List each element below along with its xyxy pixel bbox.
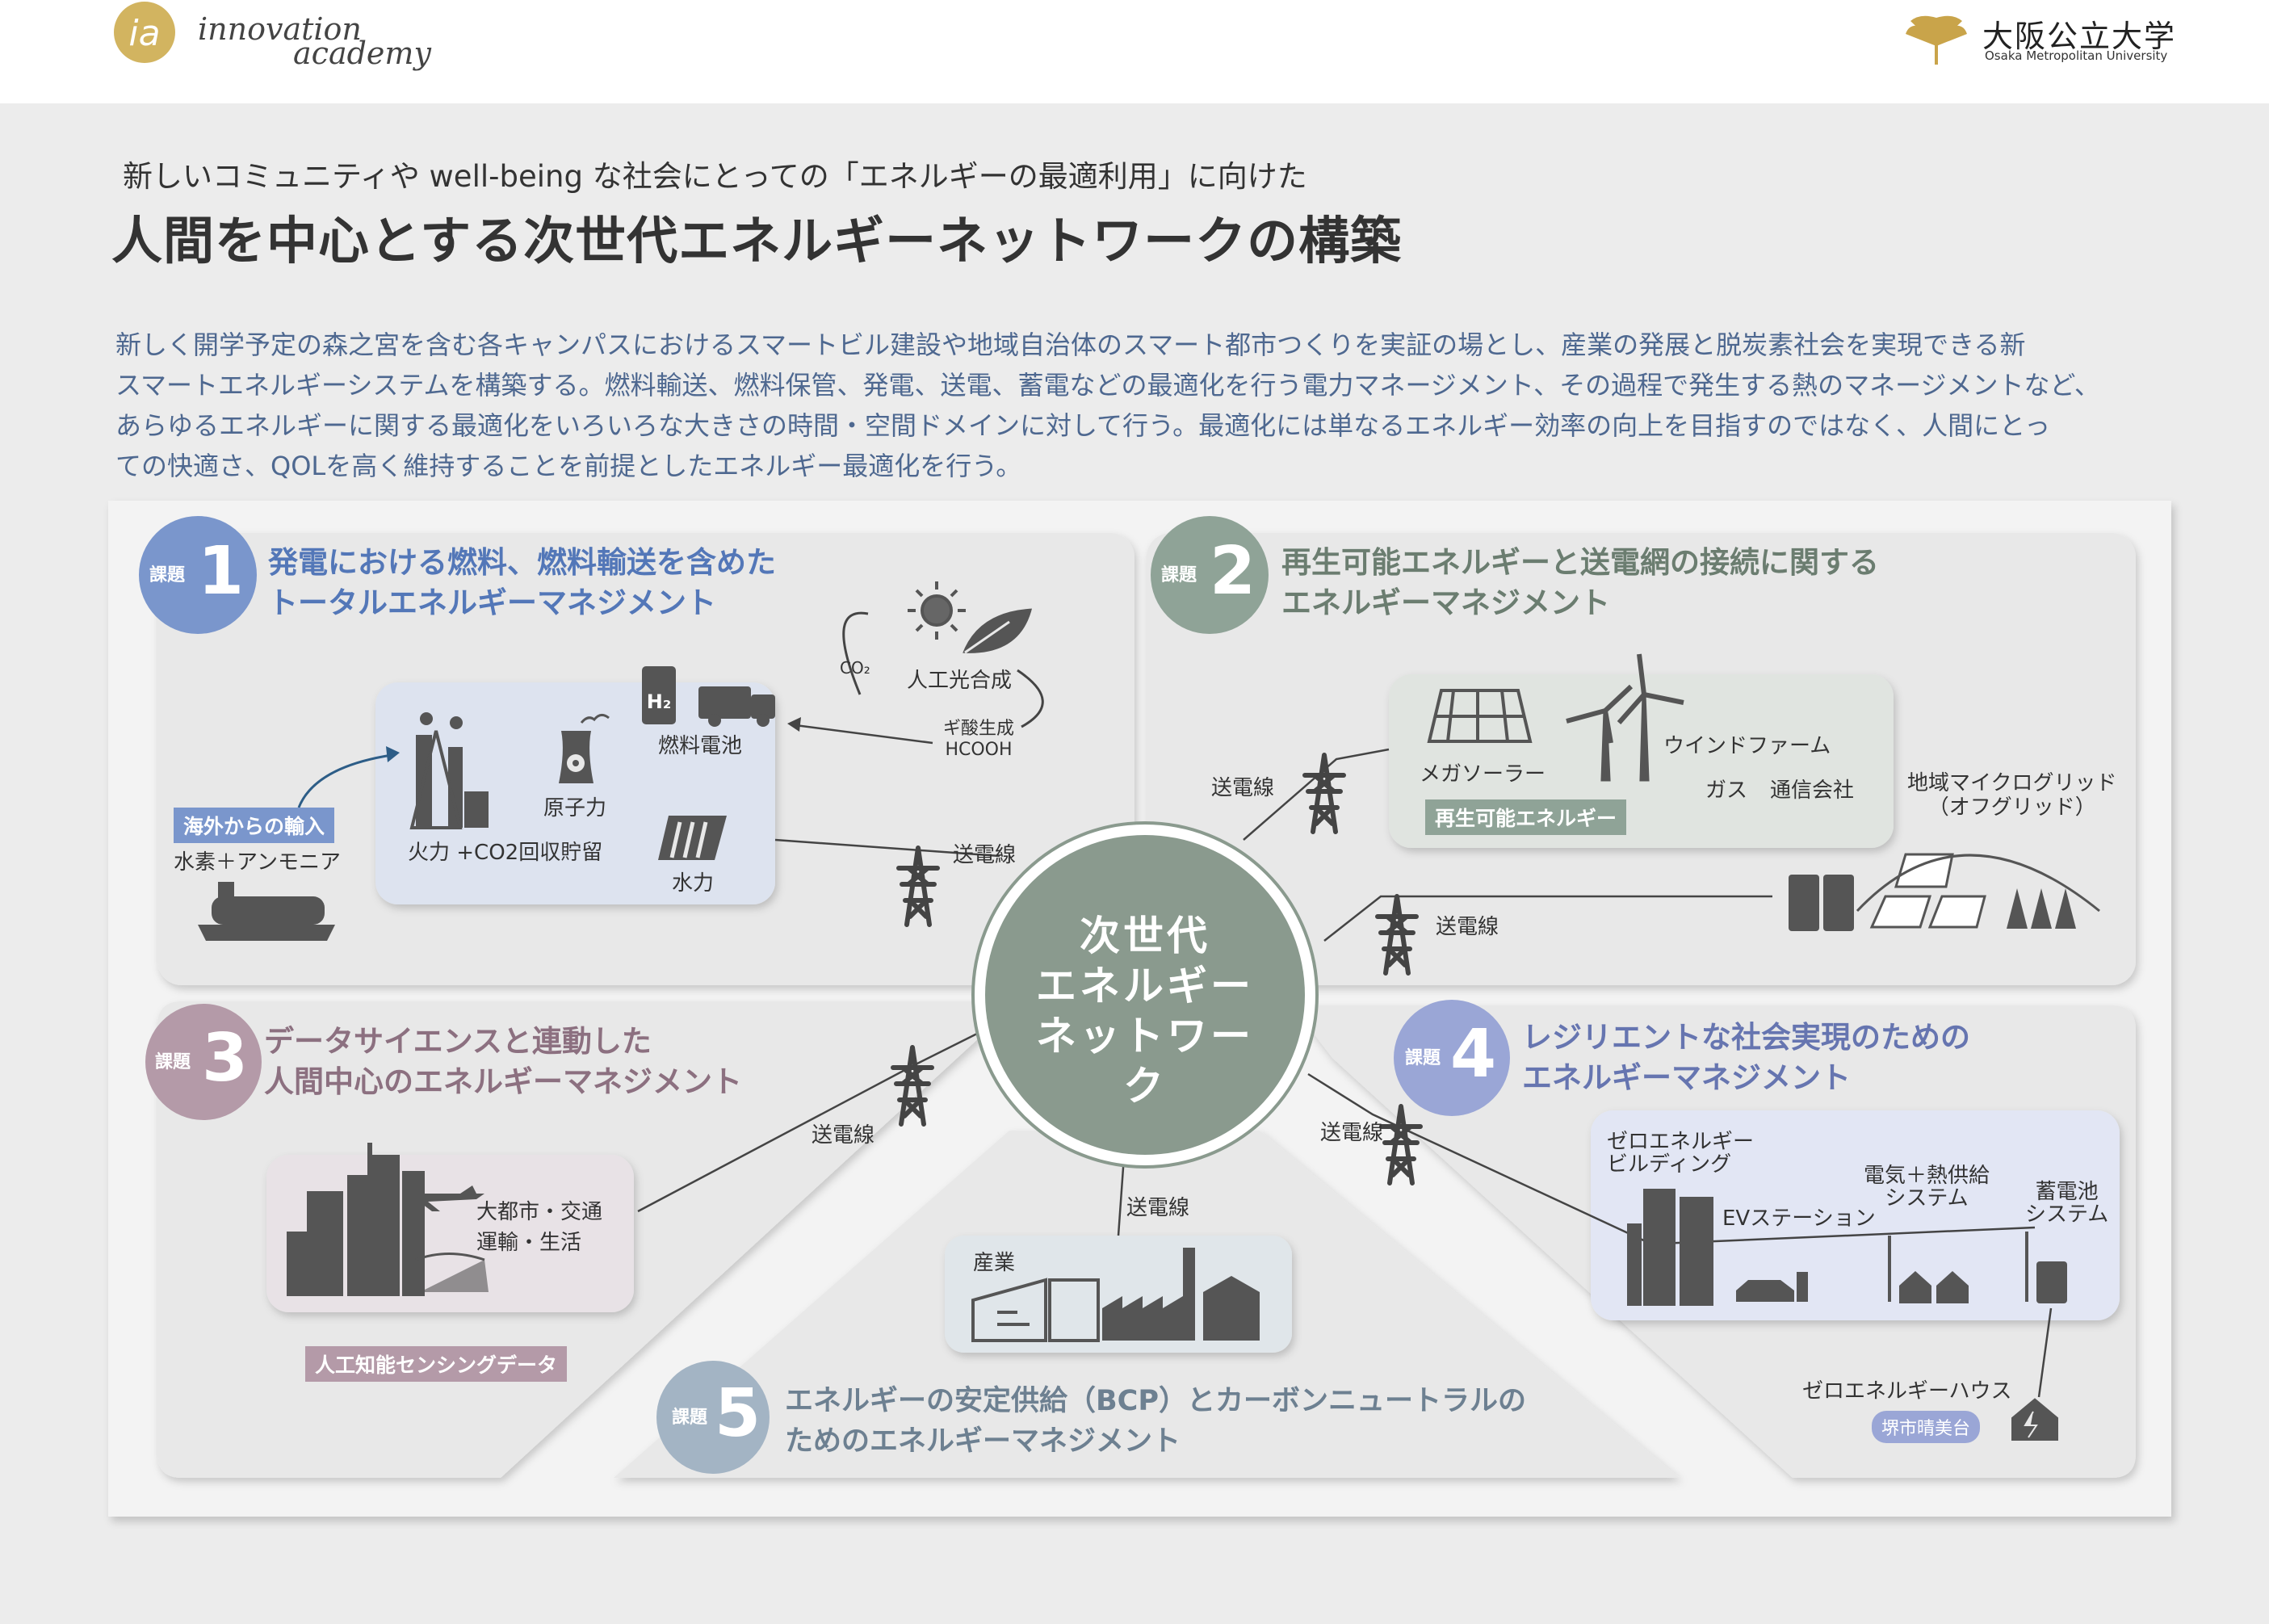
panel-5-title: エネルギーの安定供給（BCP）とカーボンニュートラルの ためのエネルギーマネジメ… [785, 1381, 1526, 1462]
hydro-label: 水力 [672, 871, 715, 896]
panel-2-title-line: エネルギーマネジメント [1281, 585, 1610, 620]
svg-text:H₂: H₂ [647, 690, 672, 713]
mega-solar-label: メガソーラー [1420, 762, 1546, 787]
power-line-label: 送電線 [1211, 776, 1275, 800]
fuel-cell-label: 燃料電池 [658, 734, 743, 758]
microgrid-line: 地域マイクログリッド [1907, 771, 2117, 795]
panel-2-title: 再生可能エネルギーと送電網の接続に関する エネルギーマネジメント [1281, 543, 1879, 623]
microgrid-line: （オフグリッド） [1927, 795, 2096, 820]
formic-acid-label: ギ酸生成 HCOOH [943, 719, 1014, 761]
badge-2-number: 2 [1210, 533, 1256, 610]
chp-label: 電気＋熱供給 システム [1864, 1164, 1990, 1210]
battery-label: 蓄電池 システム [2025, 1181, 2108, 1226]
badge-4-label: 課題 [1405, 1048, 1441, 1068]
ev-station-label: EVステーション [1722, 1206, 1876, 1231]
panel-1-title: 発電における燃料、燃料輸送を含めた トータルエネルギーマネジメント [268, 543, 776, 623]
gas-label: ガス [1705, 778, 1748, 803]
city-label: 大都市・交通 運輸・生活 [476, 1197, 602, 1258]
import-items-label: 水素＋アンモニア [174, 850, 341, 875]
zeb-line: ゼロエネルギー [1607, 1130, 1755, 1154]
co2-label: CO₂ [840, 658, 870, 678]
microgrid-label: 地域マイクログリッド （オフグリッド） [1907, 771, 2116, 820]
center-line: ネットワーク [1036, 1013, 1254, 1110]
battery-line: システム [2025, 1202, 2109, 1227]
import-tag: 海外からの輸入 [174, 808, 335, 843]
badge-5-label: 課題 [672, 1408, 708, 1428]
panel-4-title-line: エネルギーマネジメント [1522, 1060, 1851, 1095]
hydro-dam-icon [658, 816, 727, 860]
thermal-label: 火力 +CO2回収貯留 [408, 841, 603, 865]
zeb-line: ビルディング [1607, 1152, 1732, 1177]
battery-system-icon [2036, 1261, 2067, 1303]
panel-3-title-line: データサイエンスと連動した [264, 1024, 652, 1059]
renewable-tag: 再生可能エネルギー [1425, 799, 1627, 835]
telecom-label: 通信会社 [1770, 778, 1855, 803]
panel-3-title: データサイエンスと連動した 人間中心のエネルギーマネジメント [264, 1022, 742, 1102]
badge-1-label: 課題 [149, 565, 186, 585]
badge-3-number: 3 [202, 1020, 249, 1097]
power-line-label: 送電線 [1320, 1121, 1384, 1145]
power-line-label: 送電線 [1126, 1196, 1190, 1220]
panel-3-title-line: 人間中心のエネルギーマネジメント [264, 1064, 742, 1099]
sakai-tag: 堺市晴美台 [1872, 1411, 1981, 1443]
chp-line: システム [1885, 1186, 1969, 1211]
panel-2-title-line: 再生可能エネルギーと送電網の接続に関する [1281, 545, 1879, 580]
wind-farm-label: ウインドファーム [1663, 734, 1831, 758]
power-line-label: 送電線 [1436, 915, 1499, 939]
power-line-label: 送電線 [953, 843, 1017, 867]
formic-acid-line: HCOOH [945, 740, 1013, 760]
panel-4-title-line: レジリエントな社会実現のための [1522, 1020, 1970, 1055]
badge-1-number: 1 [198, 533, 245, 610]
battery-line: 蓄電池 [2035, 1180, 2099, 1204]
photosynthesis-label: 人工光合成 [907, 669, 1013, 693]
panel-1-title-line: トータルエネルギーマネジメント [268, 585, 716, 620]
panel-4-title: レジリエントな社会実現のための エネルギーマネジメント [1522, 1018, 1970, 1098]
nuclear-label: 原子力 [543, 796, 607, 820]
city-line: 運輸・生活 [476, 1231, 582, 1255]
power-line-label: 送電線 [812, 1123, 875, 1148]
ai-sensing-tag: 人工知能センシングデータ [305, 1346, 568, 1382]
industry-label: 産業 [973, 1251, 1016, 1275]
center-label: 次世代 エネルギー ネットワーク [1024, 911, 1266, 1111]
badge-2-label: 課題 [1161, 565, 1197, 585]
city-line: 大都市・交通 [476, 1200, 603, 1224]
formic-acid-line: ギ酸生成 [943, 719, 1015, 739]
badge-4-number: 4 [1450, 1016, 1497, 1093]
panel-1-title-line: 発電における燃料、燃料輸送を含めた [268, 545, 776, 580]
badge-5-number: 5 [715, 1375, 761, 1452]
center-line: エネルギー [1036, 963, 1254, 1009]
zeb-label: ゼロエネルギー ビルディング [1607, 1131, 1754, 1176]
panel-5-title-line: エネルギーの安定供給（BCP）とカーボンニュートラルの [785, 1385, 1527, 1417]
panel-5-title-line: ためのエネルギーマネジメント [785, 1425, 1181, 1458]
chp-line: 電気＋熱供給 [1864, 1164, 1990, 1188]
ev-charger-icon [1797, 1272, 1808, 1302]
zeh-label: ゼロエネルギーハウス [1802, 1379, 2012, 1404]
center-line: 次世代 [1080, 913, 1210, 959]
badge-3-label: 課題 [155, 1052, 191, 1072]
